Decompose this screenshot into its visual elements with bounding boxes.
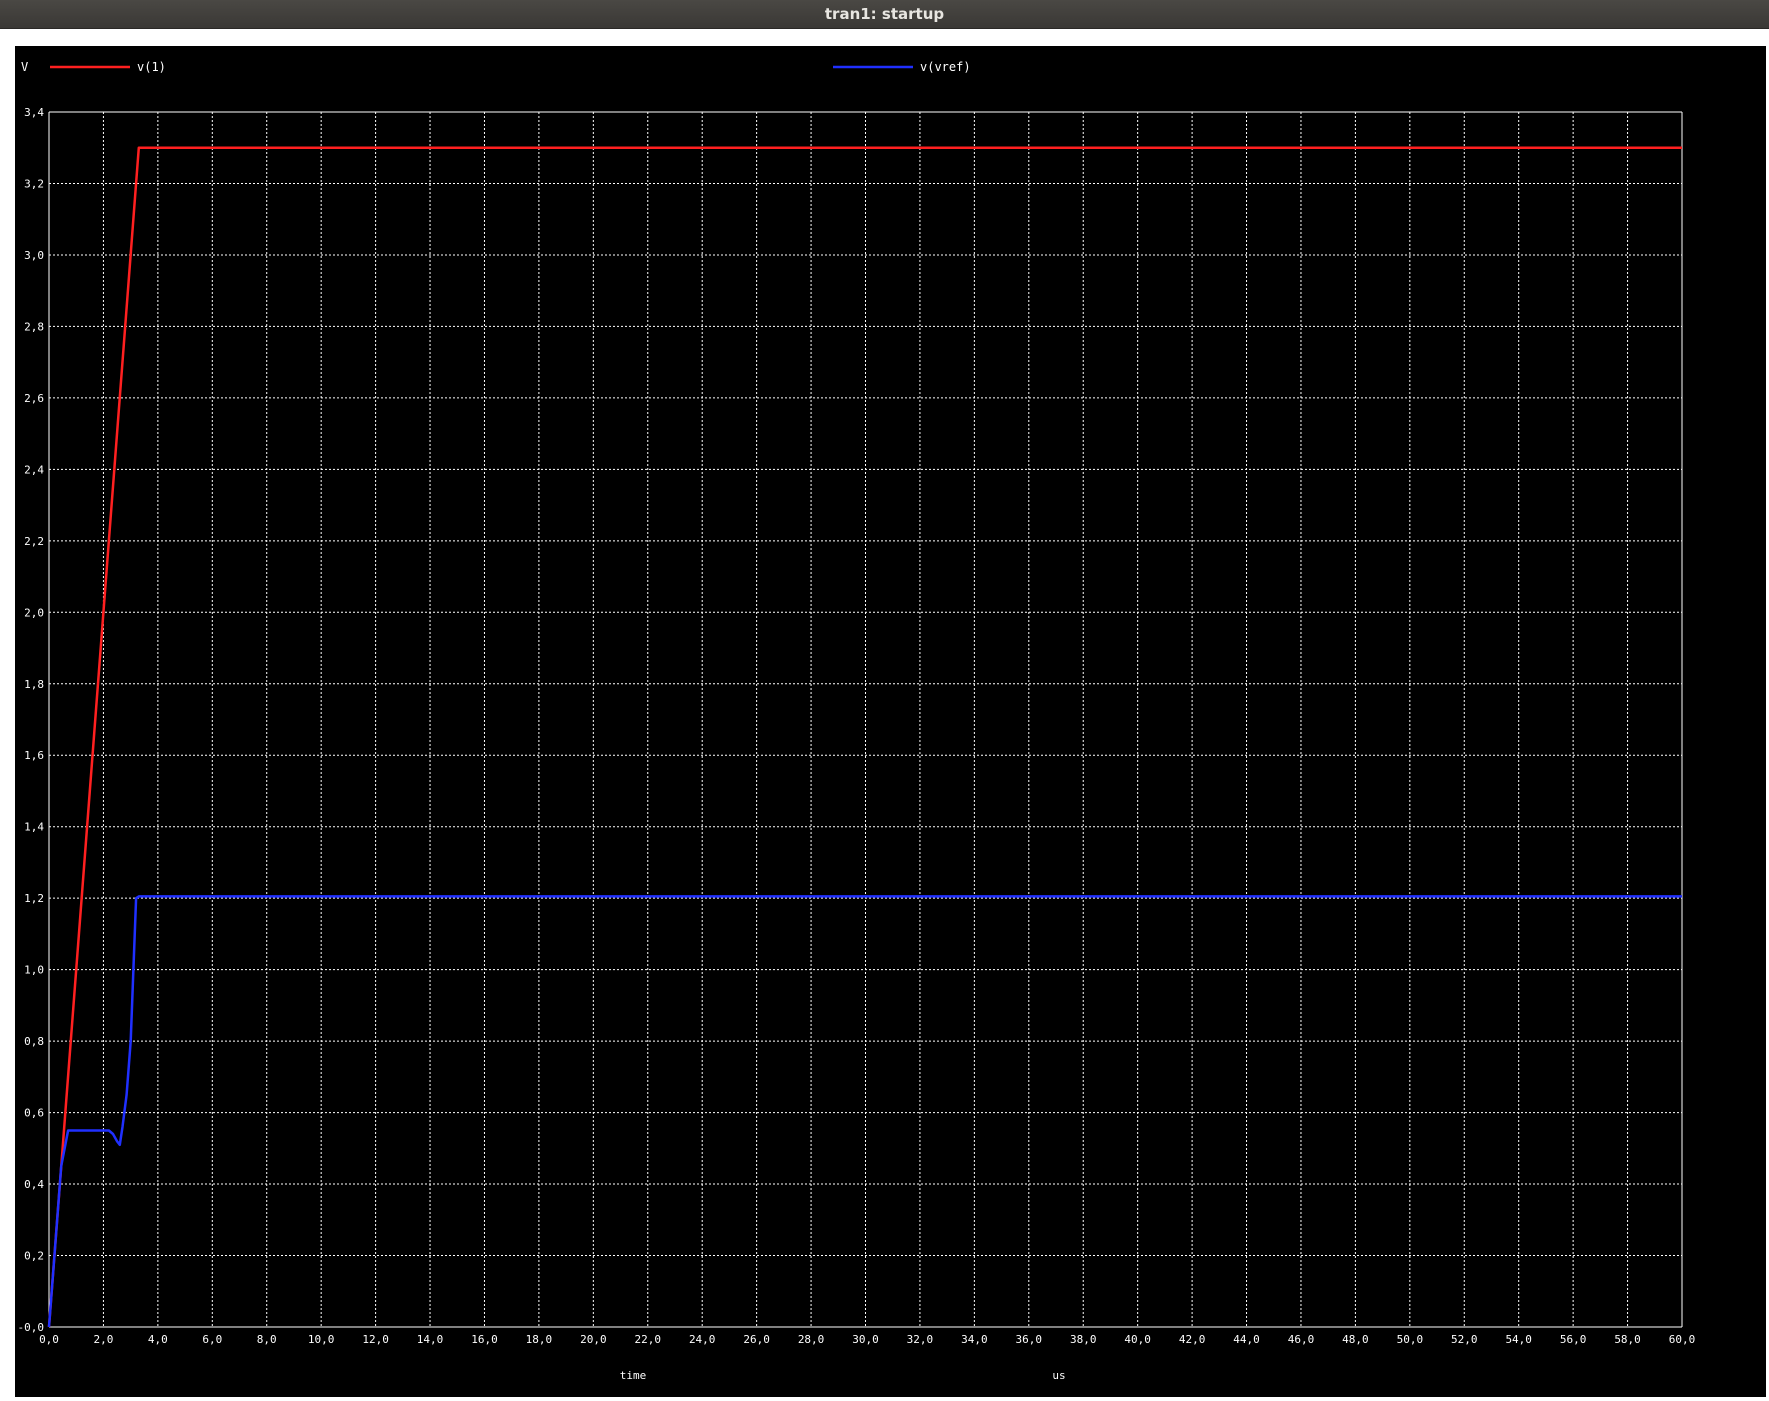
x-axis-unit-label: us [1052,1369,1065,1382]
x-tick-label: 16,0 [471,1333,498,1346]
x-tick-label: 22,0 [635,1333,662,1346]
x-tick-label: 26,0 [743,1333,770,1346]
x-tick-label: 46,0 [1288,1333,1315,1346]
x-tick-label: 10,0 [308,1333,335,1346]
x-tick-label: 30,0 [852,1333,879,1346]
legend-label-vref: v(vref) [920,60,971,74]
y-tick-label: 3,4 [24,106,44,119]
y-tick-label: 2,4 [24,463,44,476]
x-tick-label: 14,0 [417,1333,444,1346]
x-tick-label: 38,0 [1070,1333,1097,1346]
waveform-plot[interactable]: 0,0 2,0 4,0 6,0 8,0 10,0 12,0 14,0 16,0 18,0 20,0 2… [15,46,1766,1397]
x-tick-label: 50,0 [1397,1333,1424,1346]
x-tick-label: 34,0 [961,1333,988,1346]
x-tick-label: 24,0 [689,1333,716,1346]
x-tick-label: 0,0 [39,1333,59,1346]
x-tick-label: 40,0 [1124,1333,1151,1346]
window-title: tran1: startup [824,5,945,23]
x-tick-label: 52,0 [1451,1333,1478,1346]
y-tick-label: 2,2 [24,535,44,548]
y-tick-label: 1,8 [24,678,44,691]
x-tick-label: 36,0 [1016,1333,1043,1346]
y-tick-label: 2,0 [24,606,44,619]
x-tick-label: 60,0 [1669,1333,1696,1346]
y-tick-label: 1,4 [24,821,44,834]
x-tick-label: 6,0 [202,1333,222,1346]
x-tick-label: 8,0 [257,1333,277,1346]
y-tick-label: 0,2 [24,1250,44,1263]
y-axis-unit-label: V [21,60,28,74]
x-tick-label: 32,0 [907,1333,934,1346]
x-tick-label: 18,0 [526,1333,553,1346]
y-tick-label: 1,2 [24,892,44,905]
y-tick-label: 0,4 [24,1178,44,1191]
x-tick-label: 42,0 [1179,1333,1206,1346]
x-tick-label: 54,0 [1505,1333,1532,1346]
x-tick-label: 12,0 [362,1333,389,1346]
y-tick-label: -0,0 [18,1321,45,1334]
x-tick-label: 58,0 [1614,1333,1641,1346]
legend-label-v1: v(1) [137,60,166,74]
x-tick-label: 20,0 [580,1333,607,1346]
y-tick-label: 1,0 [24,964,44,977]
window-title-bar: tran1: startup [0,0,1769,29]
y-tick-label: 2,6 [24,392,44,405]
x-axis-label: time [620,1369,647,1382]
x-tick-label: 28,0 [798,1333,825,1346]
plot-window[interactable]: 0,0 2,0 4,0 6,0 8,0 10,0 12,0 14,0 16,0 18,0 20,0 2… [15,46,1766,1397]
x-tick-label: 48,0 [1342,1333,1369,1346]
x-tick-label: 4,0 [148,1333,168,1346]
x-tick-label: 44,0 [1233,1333,1260,1346]
y-tick-label: 3,0 [24,249,44,262]
y-tick-label: 0,6 [24,1107,44,1120]
x-tick-label: 2,0 [93,1333,113,1346]
y-tick-label: 3,2 [24,177,44,190]
x-tick-label: 56,0 [1560,1333,1587,1346]
y-tick-label: 0,8 [24,1035,44,1048]
y-tick-label: 1,6 [24,749,44,762]
plot-background [15,46,1766,1397]
y-tick-label: 2,8 [24,320,44,333]
